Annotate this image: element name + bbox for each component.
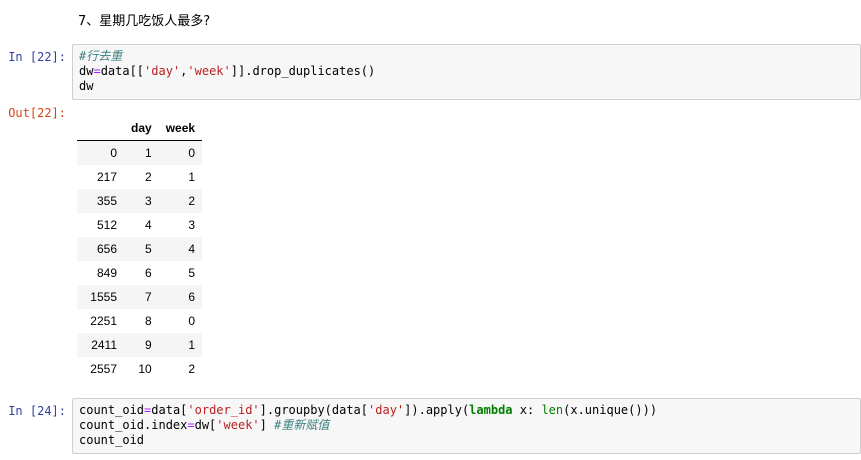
table-row: 2251 8 0	[77, 309, 202, 333]
code-text: x:	[512, 403, 542, 417]
code-var: count_oid	[79, 433, 145, 447]
row-index-cell: 656	[96, 242, 117, 256]
code-builtin: len	[541, 403, 564, 417]
row-index-cell: 217	[96, 170, 117, 184]
code-comment: #重新赋值	[274, 418, 330, 432]
code-text: ].groupby(data[	[259, 403, 369, 417]
row-index-cell: 1555	[90, 290, 117, 304]
table-row: 2411 9 1	[77, 333, 203, 357]
day-cell: 9	[145, 338, 152, 352]
code-string: 'week'	[216, 418, 260, 432]
column-header-day: day	[124, 116, 159, 141]
code-keyword: lambda	[469, 403, 513, 417]
row-index-cell: 512	[96, 218, 117, 232]
day-cell: 3	[145, 194, 152, 208]
in-prompt-24: In [24]:	[8, 404, 66, 418]
table-row: 849 6 5	[77, 261, 202, 285]
code-var: dw	[79, 79, 94, 93]
week-cell: 1	[188, 170, 196, 184]
week-cell: 6	[188, 290, 196, 304]
code-cell-22[interactable]: #行去重 dw=data[['day','week']].drop_duplic…	[72, 44, 861, 100]
week-cell: 5	[188, 266, 196, 280]
row-index-cell: 2411	[91, 338, 117, 352]
table-row: 2557 10 2	[77, 357, 202, 381]
week-cell: 0	[188, 314, 196, 328]
code-text: ]].drop_duplicates()	[230, 64, 376, 78]
code-text: data[	[151, 403, 188, 417]
week-cell: 3	[188, 218, 196, 232]
row-index-cell: 2251	[90, 314, 117, 328]
day-cell: 1	[145, 146, 152, 160]
code-string: 'order_id'	[187, 403, 260, 417]
in-prompt-22: In [22]:	[8, 50, 66, 64]
code-text: dw[	[194, 418, 217, 432]
table-row: 656 5 4	[77, 237, 203, 261]
week-cell: 1	[188, 338, 196, 352]
table-row: 217 2 1	[77, 165, 202, 189]
code-text: ]).apply(	[404, 403, 470, 417]
table-row: 512 4 3	[77, 213, 202, 237]
dataframe-table: day week 0 1 0 217 2 1 355 3 2 512 4 3 656 5 4 849 6 5 155…	[77, 116, 203, 381]
day-cell: 5	[145, 242, 152, 256]
week-cell: 4	[188, 242, 196, 256]
column-header-index	[77, 116, 124, 141]
week-cell: 2	[188, 194, 196, 208]
code-var: dw	[79, 64, 94, 78]
code-text: (x.unique()))	[563, 403, 658, 417]
day-cell: 7	[145, 290, 152, 304]
week-cell: 2	[188, 362, 196, 376]
code-operator: =	[187, 418, 195, 432]
code-var: count_oid.index	[79, 418, 188, 432]
table-row: 355 3 2	[77, 189, 203, 213]
code-comment: #行去重	[79, 49, 123, 63]
day-cell: 2	[145, 170, 152, 184]
table-row: 0 1 0	[77, 140, 203, 165]
markdown-heading: 7、星期几吃饭人最多?	[78, 14, 211, 29]
code-text: ]	[259, 418, 275, 432]
row-index-cell: 0	[110, 146, 117, 160]
day-cell: 6	[145, 266, 152, 280]
code-var: count_oid	[79, 403, 145, 417]
row-index-cell: 2557	[90, 362, 117, 376]
out-prompt-22: Out[22]:	[8, 106, 66, 120]
table-row: 1555 7 6	[77, 285, 203, 309]
row-index-cell: 849	[96, 266, 117, 280]
column-header-week: week	[158, 116, 203, 141]
code-operator: =	[93, 64, 101, 78]
code-string: 'week'	[187, 64, 231, 78]
table-header-row: day week	[77, 116, 203, 141]
day-cell: 4	[145, 218, 152, 232]
code-text: data[[	[100, 64, 145, 78]
day-cell: 8	[145, 314, 152, 328]
day-cell: 10	[138, 362, 152, 376]
code-string: 'day'	[144, 64, 181, 78]
week-cell: 0	[188, 146, 196, 160]
code-string: 'day'	[368, 403, 405, 417]
row-index-cell: 355	[96, 194, 117, 208]
code-cell-24[interactable]: count_oid =data['order_id'].groupby(data[…	[72, 398, 861, 454]
